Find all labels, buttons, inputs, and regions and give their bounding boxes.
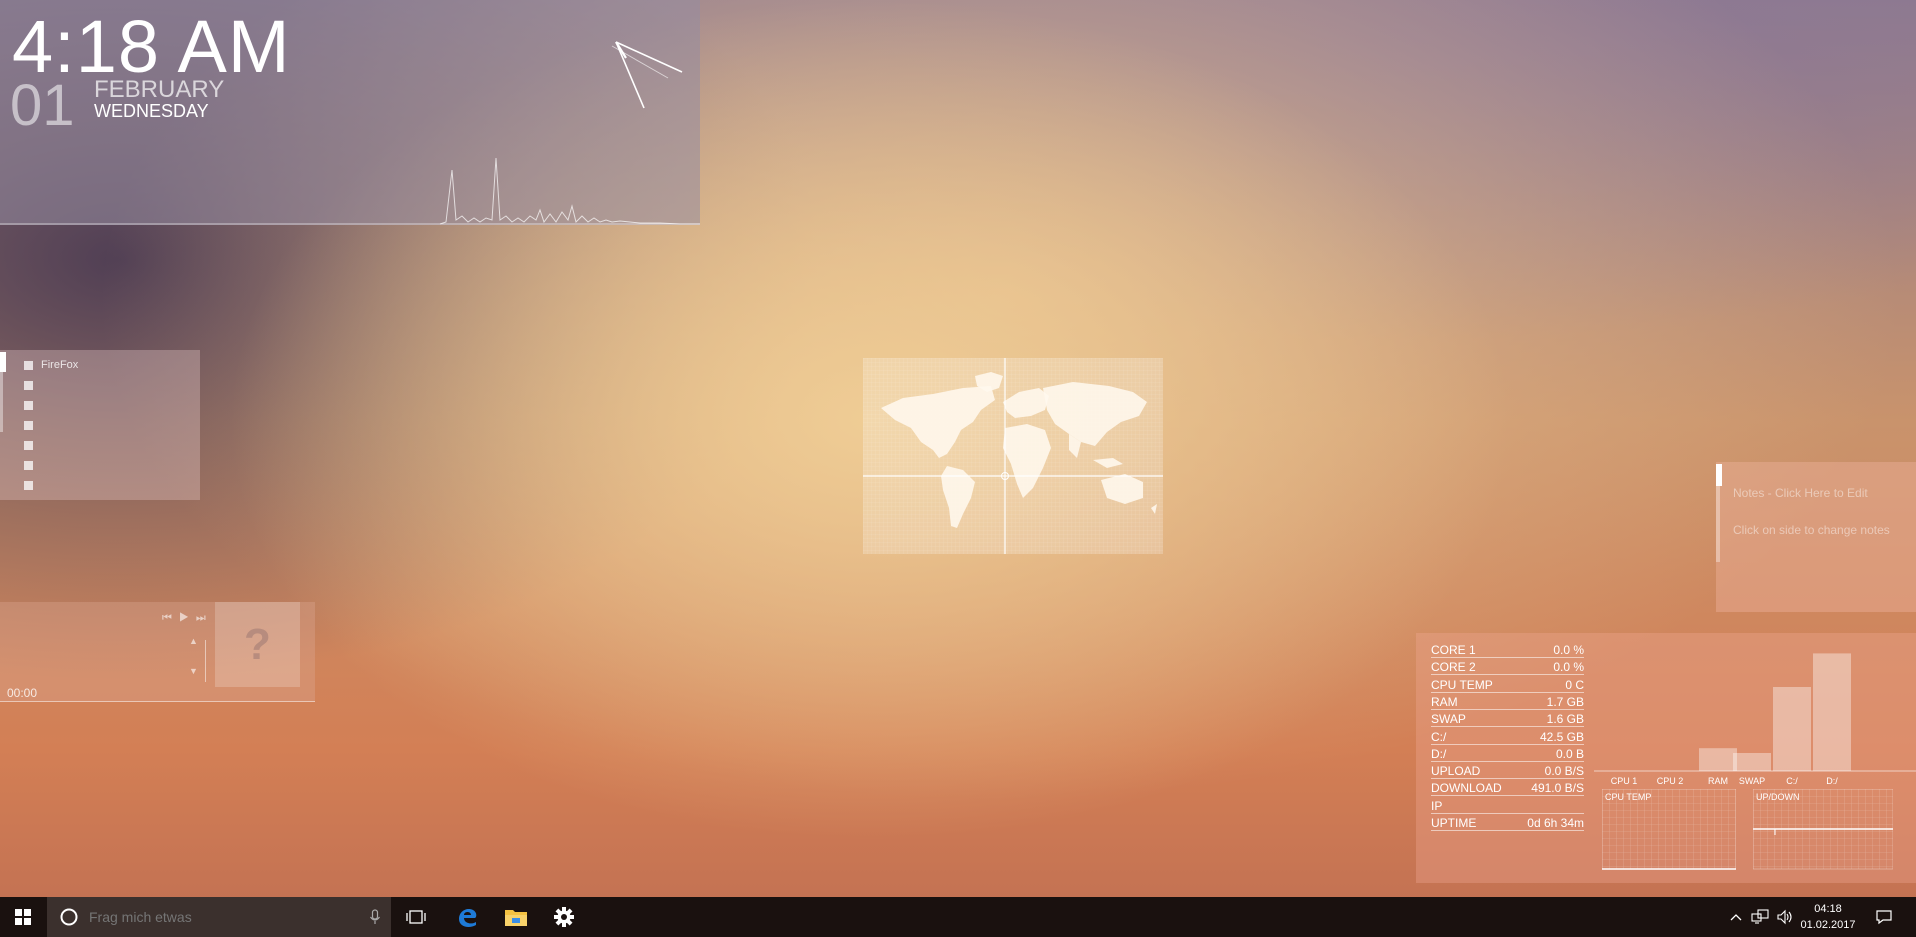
- action-center-button[interactable]: [1868, 897, 1900, 937]
- file-explorer-button[interactable]: [492, 897, 540, 937]
- resource-bar: [1773, 687, 1811, 771]
- edge-button[interactable]: [443, 897, 491, 937]
- system-monitor-widget: CORE 1 0.0 % CORE 2 0.0 % CPU TEMP 0 C RAM 1.7 …: [1416, 633, 1916, 883]
- volume-tray-button[interactable]: [1774, 897, 1796, 937]
- microphone-icon[interactable]: [369, 909, 381, 925]
- stat-value: 0d 6h 34m: [1527, 816, 1584, 830]
- launcher-item-square-icon: [24, 440, 33, 450]
- launcher-item-4[interactable]: [24, 415, 194, 435]
- playback-time: 00:00: [7, 686, 38, 700]
- bar-label: CPU 2: [1657, 776, 1684, 786]
- launcher-item-firefox[interactable]: FireFox: [24, 355, 194, 375]
- launcher-item-square-icon: [24, 400, 33, 410]
- cortana-ring-icon: [60, 908, 78, 926]
- cpu-temp-graph-label: CPU TEMP: [1605, 792, 1651, 802]
- resource-bar-chart: CPU 1 CPU 2 RAM SWAP C:/ D:/: [1594, 653, 1916, 786]
- action-center-icon: [1876, 910, 1892, 925]
- launcher-item-7[interactable]: [24, 475, 194, 495]
- search-box[interactable]: [47, 897, 391, 937]
- date-day: 01: [10, 73, 75, 138]
- media-player-widget: ⏮ ▶ ⏭ ▲ ▼ ? 00:00: [0, 602, 315, 702]
- tray-clock[interactable]: 04:18 01.02.2017: [1796, 901, 1860, 933]
- chevron-up-icon: [1730, 914, 1742, 921]
- launcher-item-square-icon: [24, 420, 33, 430]
- settings-gear-icon: [554, 907, 574, 927]
- resource-bar: [1733, 753, 1771, 771]
- app-launcher-widget: FireFox: [0, 350, 200, 500]
- task-view-icon: [406, 910, 426, 924]
- analog-clock-icon: [611, 41, 683, 109]
- audio-visualizer: [0, 157, 700, 225]
- stat-row: UPTIME 0d 6h 34m: [1431, 810, 1584, 831]
- notes-widget[interactable]: Notes - Click Here to Edit Click on side…: [1716, 462, 1916, 612]
- bar-label: SWAP: [1739, 776, 1765, 786]
- launcher-item-square-icon: [24, 380, 33, 390]
- launcher-item-2[interactable]: [24, 375, 194, 395]
- windows-logo-icon: [15, 909, 31, 925]
- up-down-graph: UP/DOWN: [1753, 789, 1893, 870]
- launcher-item-square-icon: [24, 480, 33, 490]
- launcher-accent-bar: [0, 352, 6, 372]
- launcher-item-6[interactable]: [24, 455, 194, 475]
- date-month: FEBRUARY: [94, 76, 225, 103]
- player-divider: [205, 640, 206, 682]
- bar-label: D:/: [1826, 776, 1838, 786]
- search-input[interactable]: [87, 908, 351, 926]
- launcher-item-5[interactable]: [24, 435, 194, 455]
- world-map-icon: [863, 358, 1163, 554]
- volume-up-icon[interactable]: ▲: [189, 636, 198, 646]
- edge-icon: [459, 909, 477, 927]
- world-map-widget: [863, 358, 1163, 554]
- task-view-button[interactable]: [392, 897, 440, 937]
- network-icon: [1751, 909, 1769, 924]
- bar-label: C:/: [1786, 776, 1798, 786]
- playback-controls[interactable]: ⏮ ▶ ⏭: [162, 612, 208, 625]
- resource-bar: [1813, 653, 1851, 771]
- date-weekday: WEDNESDAY: [94, 101, 209, 121]
- taskbar: 04:18 01.02.2017: [0, 897, 1916, 937]
- bar-label: RAM: [1708, 776, 1728, 786]
- launcher-item-3[interactable]: [24, 395, 194, 415]
- show-hidden-icons-button[interactable]: [1728, 897, 1744, 937]
- bar-label: CPU 1: [1611, 776, 1638, 786]
- launcher-scroll-track[interactable]: [0, 372, 3, 432]
- launcher-item-square-icon: [24, 360, 33, 370]
- up-down-graph-label: UP/DOWN: [1756, 792, 1800, 802]
- launcher-item-square-icon: [24, 460, 33, 470]
- album-art-placeholder: ?: [215, 602, 300, 687]
- volume-down-icon[interactable]: ▼: [189, 666, 198, 676]
- notes-side-track[interactable]: [1716, 486, 1720, 562]
- notes-title[interactable]: Notes - Click Here to Edit: [1733, 486, 1868, 500]
- resource-bar: [1699, 748, 1737, 771]
- file-explorer-icon: [505, 910, 527, 926]
- network-tray-button[interactable]: [1748, 897, 1772, 937]
- settings-button[interactable]: [540, 897, 588, 937]
- start-button[interactable]: [0, 897, 46, 937]
- clock-widget: 4:18 AM 01 FEBRUARY WEDNESDAY: [0, 0, 700, 225]
- cpu-temp-graph: CPU TEMP: [1602, 789, 1736, 870]
- launcher-item-label: FireFox: [41, 359, 79, 371]
- tray-time: 04:18: [1814, 903, 1842, 915]
- tray-date: 01.02.2017: [1800, 919, 1856, 931]
- notes-side-tab[interactable]: [1716, 464, 1722, 486]
- progress-line[interactable]: [0, 701, 315, 702]
- speaker-icon: [1777, 909, 1792, 925]
- notes-hint: Click on side to change notes: [1733, 523, 1890, 537]
- stat-label: UPTIME: [1431, 816, 1477, 830]
